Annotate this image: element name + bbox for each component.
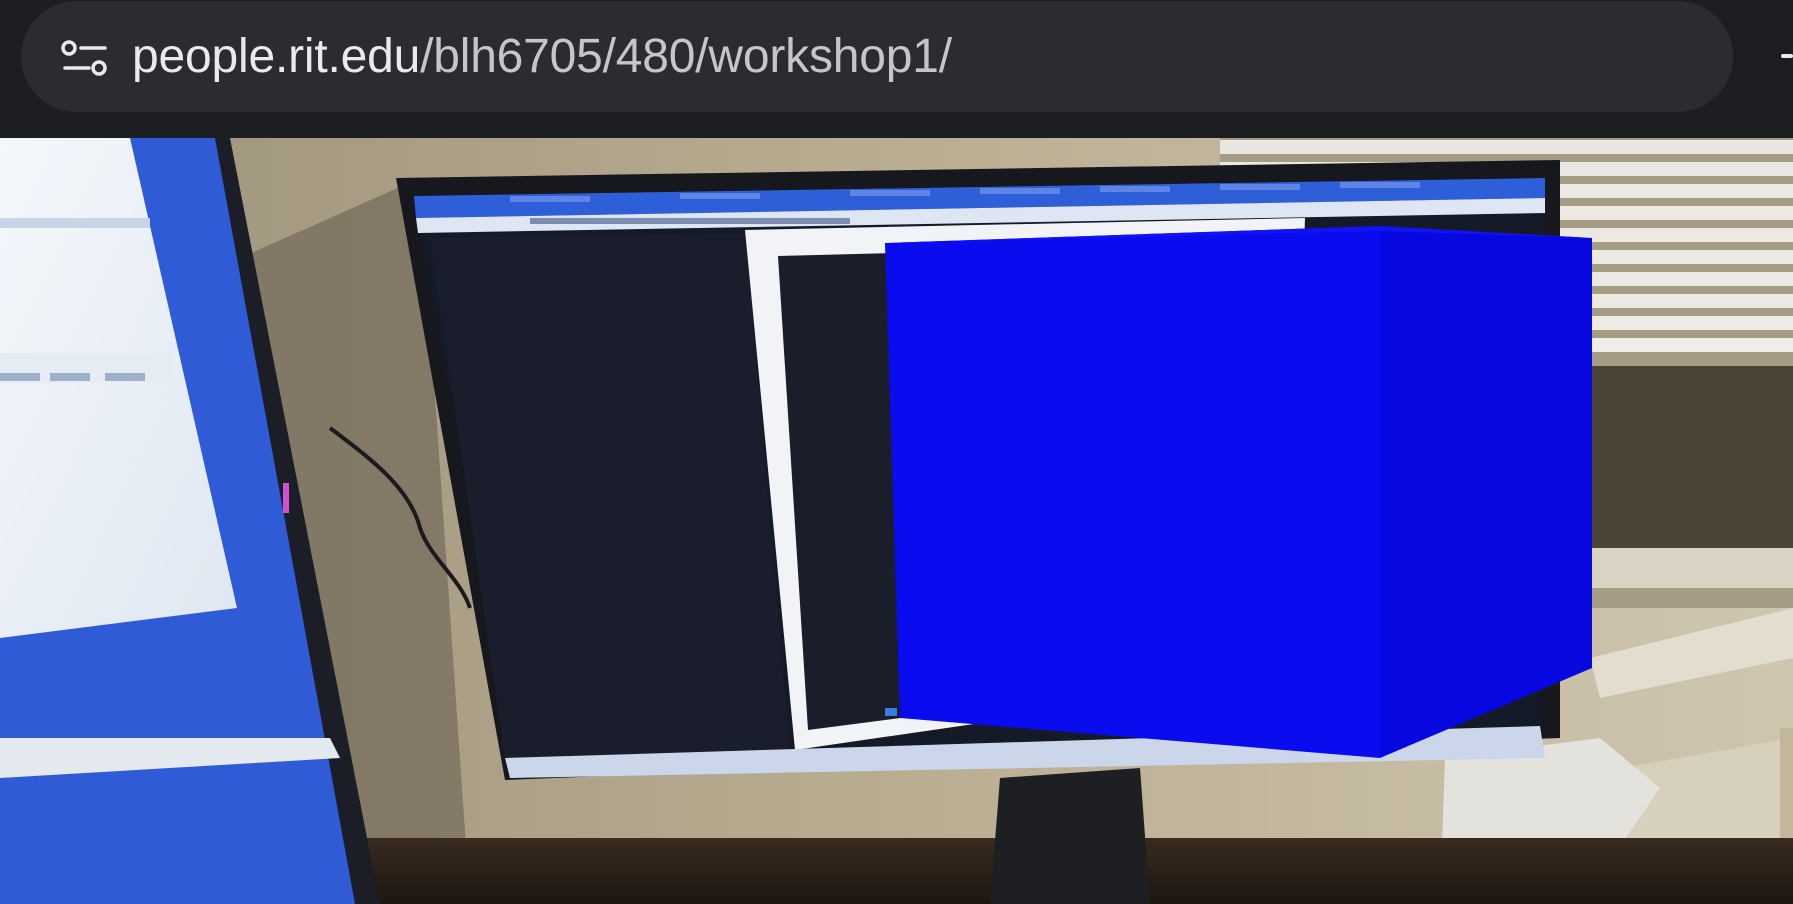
cube-side-face bbox=[1380, 226, 1592, 758]
address-bar[interactable]: people.rit.edu/blh6705/480/workshop1/ bbox=[21, 1, 1733, 112]
url-text[interactable]: people.rit.edu/blh6705/480/workshop1/ bbox=[132, 27, 952, 87]
ar-cube bbox=[885, 226, 1592, 758]
url-host: people.rit.edu bbox=[132, 30, 421, 83]
monitor-stand bbox=[990, 768, 1150, 904]
browser-toolbar: people.rit.edu/blh6705/480/workshop1/ bbox=[0, 0, 1793, 138]
tune-icon[interactable] bbox=[61, 39, 109, 77]
toolbar-overflow-glyph[interactable] bbox=[1781, 54, 1793, 58]
window-dark-pane bbox=[1585, 366, 1793, 551]
camera-feed bbox=[0, 138, 1793, 904]
url-path: /blh6705/480/workshop1/ bbox=[420, 30, 952, 83]
cube-front-face bbox=[885, 226, 1380, 758]
ar-viewport[interactable] bbox=[0, 138, 1793, 904]
window-sill bbox=[1585, 548, 1793, 588]
